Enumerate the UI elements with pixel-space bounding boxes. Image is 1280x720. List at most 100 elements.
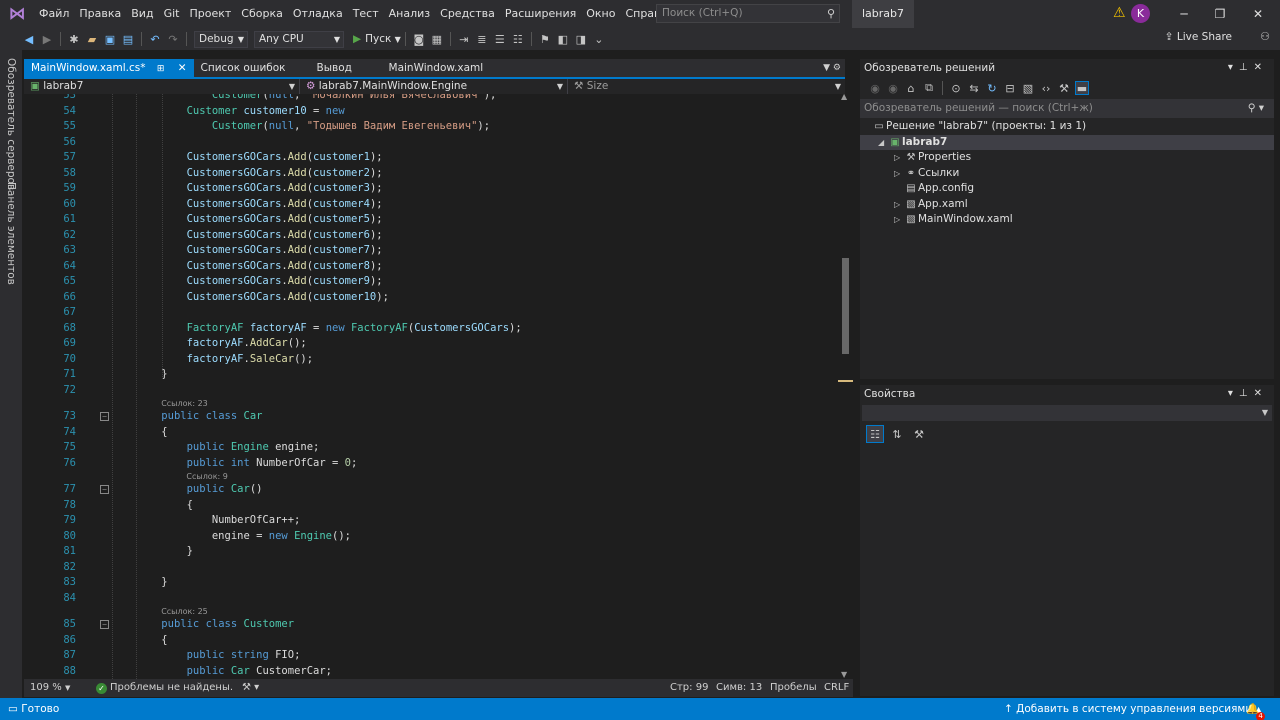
back-icon[interactable]: ◉ bbox=[868, 81, 882, 95]
code-line[interactable]: 62 CustomersGOCars.Add(customer6); bbox=[24, 228, 838, 244]
step-icon[interactable]: ⇥ bbox=[457, 32, 471, 46]
panel-controls[interactable]: ▾⊥✕ bbox=[1228, 385, 1268, 403]
tree-item[interactable]: ◢ ▣ labrab7 bbox=[860, 134, 1274, 150]
tree-item[interactable]: ▷ ⚭ Ссылки bbox=[860, 166, 1274, 181]
save-icon[interactable]: ▣ bbox=[103, 32, 117, 46]
toolbar-overflow-icon[interactable]: ⌄ bbox=[592, 32, 606, 46]
format-icon[interactable]: ≣ bbox=[475, 32, 489, 46]
line-ending-indicator[interactable]: CRLF bbox=[824, 679, 849, 697]
tab-output[interactable]: Вывод bbox=[310, 59, 382, 77]
code-line[interactable]: 66 CustomersGOCars.Add(customer10); bbox=[24, 290, 838, 306]
object-selector[interactable]: ▼ bbox=[862, 405, 1272, 421]
code-line[interactable]: 55 Customer(null, "Тодышев Вадим Евегень… bbox=[24, 119, 838, 135]
tab-toolbox[interactable]: Панель элементов bbox=[5, 182, 17, 285]
code-line[interactable]: 71 } bbox=[24, 367, 838, 383]
dropdown-icon[interactable]: ▾ bbox=[1228, 388, 1239, 399]
visual-studio-logo-icon[interactable]: ⋈ bbox=[0, 0, 34, 28]
whitespace-indicator[interactable]: Пробелы bbox=[770, 679, 817, 697]
pending-changes-icon[interactable]: ⊙ bbox=[949, 81, 963, 95]
properties-icon[interactable]: ⚒ bbox=[1057, 81, 1071, 95]
hot-reload-icon[interactable]: ▦ bbox=[430, 32, 444, 46]
collapse-icon[interactable]: − bbox=[100, 412, 109, 421]
code-line[interactable]: 61 CustomersGOCars.Add(customer5); bbox=[24, 212, 838, 228]
redo-icon[interactable]: ↷ bbox=[166, 32, 180, 46]
dropdown-icon[interactable]: ▾ bbox=[1228, 62, 1239, 73]
refresh-icon[interactable]: ↻ bbox=[985, 81, 999, 95]
code-line[interactable]: 79 NumberOfCar++; bbox=[24, 513, 838, 529]
tree-item[interactable]: ▷ ▧ MainWindow.xaml bbox=[860, 212, 1274, 227]
search-icon[interactable]: ⚲ ▾ bbox=[1248, 99, 1264, 118]
show-all-files-icon[interactable]: ▧ bbox=[1021, 81, 1035, 95]
avatar[interactable]: K bbox=[1131, 4, 1150, 23]
code-line[interactable]: 65 CustomersGOCars.Add(customer9); bbox=[24, 274, 838, 290]
feedback-icon[interactable]: ⚇ bbox=[1260, 30, 1270, 43]
view-code-icon[interactable]: ‹› bbox=[1039, 81, 1053, 95]
column-indicator[interactable]: Симв: 13 bbox=[716, 679, 762, 697]
tree-item[interactable]: ▭ Решение "labrab7" (проекты: 1 из 1) bbox=[860, 119, 1274, 134]
zoom-select[interactable]: 109 % ▼ bbox=[30, 679, 70, 697]
close-icon[interactable]: ✕ bbox=[1254, 388, 1268, 399]
tab-error-list[interactable]: Список ошибок bbox=[194, 59, 310, 77]
forward-icon[interactable]: ▶ bbox=[40, 32, 54, 46]
code-line[interactable]: 78 { bbox=[24, 498, 838, 514]
menu-item[interactable]: Тест bbox=[348, 0, 384, 28]
menu-item[interactable]: Вид bbox=[126, 0, 158, 28]
comment-icon[interactable]: ☰ bbox=[493, 32, 507, 46]
code-cleanup-icon[interactable]: ⚒ ▾ bbox=[242, 679, 259, 697]
search-icon[interactable]: ⚲ bbox=[827, 5, 835, 22]
open-folder-icon[interactable]: ▰ bbox=[85, 32, 99, 46]
menu-item[interactable]: Средства bbox=[435, 0, 500, 28]
start-debugging-button[interactable]: ▶ Пуск ▼ bbox=[353, 33, 401, 45]
search-input[interactable]: Поиск (Ctrl+Q) ⚲ bbox=[656, 4, 840, 23]
collapse-all-icon[interactable]: ⊟ bbox=[1003, 81, 1017, 95]
code-line[interactable]: 88 public Car CustomerCar; bbox=[24, 664, 838, 680]
tree-item[interactable]: ▷ ⚒ Properties bbox=[860, 150, 1274, 165]
code-line[interactable]: 82 bbox=[24, 560, 838, 576]
panel-controls[interactable]: ▾⊥✕ bbox=[1228, 59, 1268, 77]
menu-item[interactable]: Анализ bbox=[384, 0, 436, 28]
configuration-select[interactable]: Debug ▼ bbox=[194, 30, 248, 48]
menu-item[interactable]: Сборка bbox=[236, 0, 288, 28]
live-share-button[interactable]: ⇪ Live Share bbox=[1165, 31, 1232, 43]
bookmark-icon[interactable]: ⚑ bbox=[538, 32, 552, 46]
back-icon[interactable]: ◀ bbox=[22, 32, 36, 46]
tree-item[interactable]: ▤ App.config bbox=[860, 181, 1274, 196]
alphabetical-icon[interactable]: ⇅ bbox=[888, 425, 906, 443]
home-icon[interactable]: ⌂ bbox=[904, 81, 918, 95]
menu-item[interactable]: Файл bbox=[34, 0, 74, 28]
solution-search-input[interactable]: Обозреватель решений — поиск (Ctrl+ж) ⚲ … bbox=[860, 99, 1274, 118]
code-line[interactable]: 68 FactoryAF factoryAF = new FactoryAF(C… bbox=[24, 321, 838, 337]
code-line[interactable]: 75 public Engine engine; bbox=[24, 440, 838, 456]
project-dropdown[interactable]: ▣ labrab7 ▼ bbox=[24, 79, 300, 94]
platform-select[interactable]: Any CPU ▼ bbox=[254, 30, 344, 48]
browser-link-icon[interactable]: ◙ bbox=[412, 32, 426, 46]
expand-arrow-icon[interactable]: ▷ bbox=[894, 166, 904, 181]
tree-item[interactable]: ▷ ▧ App.xaml bbox=[860, 197, 1274, 212]
menu-item[interactable]: Расширения bbox=[500, 0, 581, 28]
expand-arrow-icon[interactable]: ◢ bbox=[878, 135, 888, 150]
scrollbar-thumb[interactable] bbox=[842, 258, 849, 354]
tab-server-explorer[interactable]: Обозреватель серверов bbox=[5, 58, 17, 190]
code-line[interactable]: 64 CustomersGOCars.Add(customer8); bbox=[24, 259, 838, 275]
expand-arrow-icon[interactable]: ▷ bbox=[894, 197, 904, 212]
prev-bookmark-icon[interactable]: ◧ bbox=[556, 32, 570, 46]
menu-item[interactable]: Проект bbox=[184, 0, 236, 28]
code-line[interactable]: 70 factoryAF.SaleCar(); bbox=[24, 352, 838, 368]
code-line[interactable]: 60 CustomersGOCars.Add(customer4); bbox=[24, 197, 838, 213]
menu-item[interactable]: Окно bbox=[581, 0, 620, 28]
save-all-icon[interactable]: ▤ bbox=[121, 32, 135, 46]
pin-icon[interactable]: ⊥ bbox=[1239, 388, 1254, 399]
property-dropdown[interactable]: ⚒ Size ▼ bbox=[568, 79, 845, 94]
code-line[interactable]: 80 engine = new Engine(); bbox=[24, 529, 838, 545]
tab-mainwindow-xaml-cs[interactable]: MainWindow.xaml.cs* ⊞ ✕ bbox=[24, 59, 194, 77]
next-bookmark-icon[interactable]: ◨ bbox=[574, 32, 588, 46]
pin-icon[interactable]: ⊞ bbox=[157, 64, 165, 74]
expand-arrow-icon[interactable]: ▷ bbox=[894, 150, 904, 165]
code-line[interactable]: 72 bbox=[24, 383, 838, 399]
scroll-down-icon[interactable]: ▼ bbox=[841, 670, 847, 679]
code-line[interactable]: 58 CustomersGOCars.Add(customer2); bbox=[24, 166, 838, 182]
property-pages-icon[interactable]: ⚒ bbox=[910, 425, 928, 443]
code-line[interactable]: 63 CustomersGOCars.Add(customer7); bbox=[24, 243, 838, 259]
switch-views-icon[interactable]: ⧉ bbox=[922, 81, 936, 95]
code-line[interactable]: 81 } bbox=[24, 544, 838, 560]
